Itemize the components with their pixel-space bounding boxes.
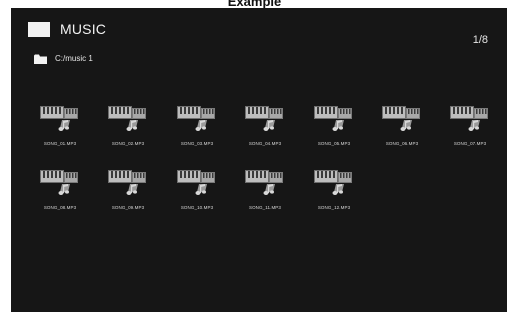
file-item[interactable]: SONG_06.MP3 <box>372 106 432 150</box>
file-name: SONG_05.MP3 <box>317 141 351 146</box>
file-grid: SONG_01.MP3 SONG_02.MP3 SONG_03.MP3 SONG_04… <box>11 8 507 312</box>
music-file-icon <box>314 170 352 195</box>
file-name: SONG_02.MP3 <box>111 141 145 146</box>
file-item[interactable]: SONG_08.MP3 <box>30 170 90 214</box>
file-item[interactable]: SONG_04.MP3 <box>235 106 295 150</box>
file-item[interactable]: SONG_03.MP3 <box>167 106 227 150</box>
file-name: SONG_03.MP3 <box>180 141 214 146</box>
file-item[interactable]: SONG_09.MP3 <box>98 170 158 214</box>
music-file-icon <box>450 106 488 131</box>
file-name: SONG_11.MP3 <box>248 205 282 210</box>
music-file-icon <box>177 106 215 131</box>
file-name: SONG_01.MP3 <box>43 141 77 146</box>
file-name: SONG_08.MP3 <box>43 205 77 210</box>
file-item[interactable]: SONG_10.MP3 <box>167 170 227 214</box>
file-name: SONG_06.MP3 <box>385 141 419 146</box>
file-name: SONG_04.MP3 <box>248 141 282 146</box>
music-file-icon <box>40 170 78 195</box>
music-file-icon <box>245 170 283 195</box>
file-name: SONG_09.MP3 <box>111 205 145 210</box>
music-file-icon <box>382 106 420 131</box>
file-item[interactable]: SONG_05.MP3 <box>304 106 364 150</box>
music-file-icon <box>40 106 78 131</box>
file-item[interactable]: SONG_11.MP3 <box>235 170 295 214</box>
file-item[interactable]: SONG_01.MP3 <box>30 106 90 150</box>
caption: Example <box>227 0 282 9</box>
file-item[interactable]: SONG_02.MP3 <box>98 106 158 150</box>
file-name: SONG_10.MP3 <box>180 205 214 210</box>
file-name: SONG_07.MP3 <box>453 141 487 146</box>
music-file-icon <box>245 106 283 131</box>
music-file-icon <box>108 170 146 195</box>
file-item[interactable]: SONG_12.MP3 <box>304 170 364 214</box>
music-file-icon <box>314 106 352 131</box>
file-item[interactable]: SONG_07.MP3 <box>440 106 500 150</box>
file-name: SONG_12.MP3 <box>317 205 351 210</box>
music-browser-screen: MUSIC 1/8 C:/music 1 SONG_01.MP3 SONG_02.… <box>11 8 507 312</box>
music-file-icon <box>108 106 146 131</box>
music-file-icon <box>177 170 215 195</box>
